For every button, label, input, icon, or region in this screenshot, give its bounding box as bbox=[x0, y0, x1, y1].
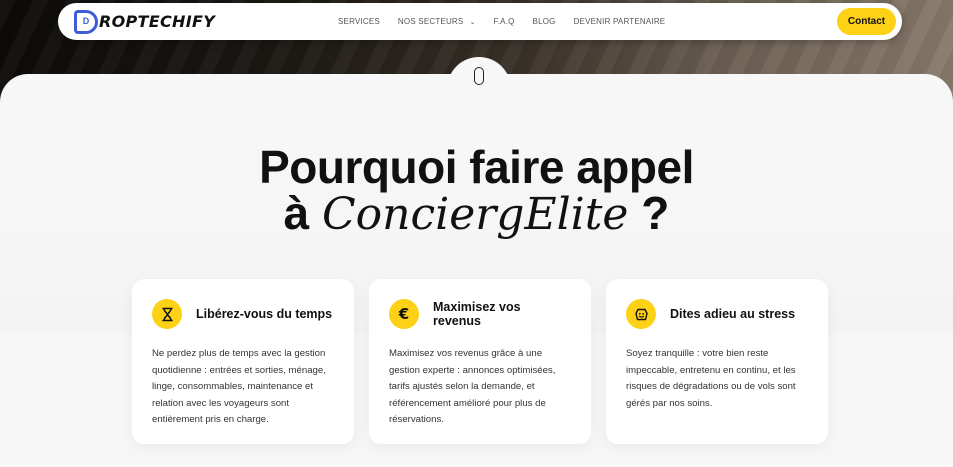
card-body: Maximisez vos revenus grâce à une gestio… bbox=[389, 348, 556, 425]
logo[interactable]: D ROPTECHIFY bbox=[74, 9, 334, 34]
logo-text: ROPTECHIFY bbox=[99, 12, 216, 31]
brand-name: ConciergElite bbox=[322, 189, 629, 240]
card-title: Libérez-vous du temps bbox=[196, 307, 333, 321]
nav-link-partner[interactable]: DEVENIR PARTENAIRE bbox=[574, 17, 666, 26]
benefit-card-revenue: € Maximisez vos revenus Maximisez vos re… bbox=[369, 279, 591, 444]
card-title: Dites adieu au stress bbox=[670, 307, 796, 321]
section-title: Pourquoi faire appel à ConciergElite ? bbox=[0, 143, 953, 237]
section-title-line1: Pourquoi faire appel bbox=[259, 141, 694, 193]
benefit-cards: Libérez-vous du temps Ne perdez plus de … bbox=[132, 279, 828, 444]
card-body: Soyez tranquille : votre bien reste impe… bbox=[626, 348, 796, 409]
hourglass-icon bbox=[152, 299, 182, 329]
chevron-down-icon: ⌄ bbox=[469, 18, 476, 26]
section-title-prefix: à bbox=[283, 187, 323, 239]
card-title: Maximisez vos revenus bbox=[433, 300, 521, 328]
scroll-mouse-icon[interactable] bbox=[474, 67, 484, 85]
benefit-card-time: Libérez-vous du temps Ne perdez plus de … bbox=[132, 279, 354, 444]
relax-face-icon bbox=[626, 299, 656, 329]
section-title-line2: à ConciergElite ? bbox=[0, 189, 953, 240]
euro-icon: € bbox=[389, 299, 419, 329]
nav-link-blog[interactable]: BLOG bbox=[533, 17, 556, 26]
nav-links: SERVICES NOS SECTEURS ⌄ F.A.Q BLOG DEVENI… bbox=[338, 17, 665, 26]
benefit-card-stress: Dites adieu au stress Soyez tranquille :… bbox=[606, 279, 828, 444]
nav-link-services[interactable]: SERVICES bbox=[338, 17, 380, 26]
nav-link-faq[interactable]: F.A.Q bbox=[494, 17, 515, 26]
contact-button[interactable]: Contact bbox=[837, 8, 896, 35]
nav-link-secteurs-label: NOS SECTEURS bbox=[397, 17, 464, 26]
card-body: Ne perdez plus de temps avec la gestion … bbox=[152, 348, 326, 425]
logo-mark-icon: D bbox=[74, 9, 98, 34]
nav-link-secteurs[interactable]: NOS SECTEURS ⌄ bbox=[398, 17, 476, 26]
top-navbar: D ROPTECHIFY SERVICES NOS SECTEURS ⌄ F.A.… bbox=[58, 3, 902, 40]
section-title-suffix: ? bbox=[628, 187, 670, 239]
